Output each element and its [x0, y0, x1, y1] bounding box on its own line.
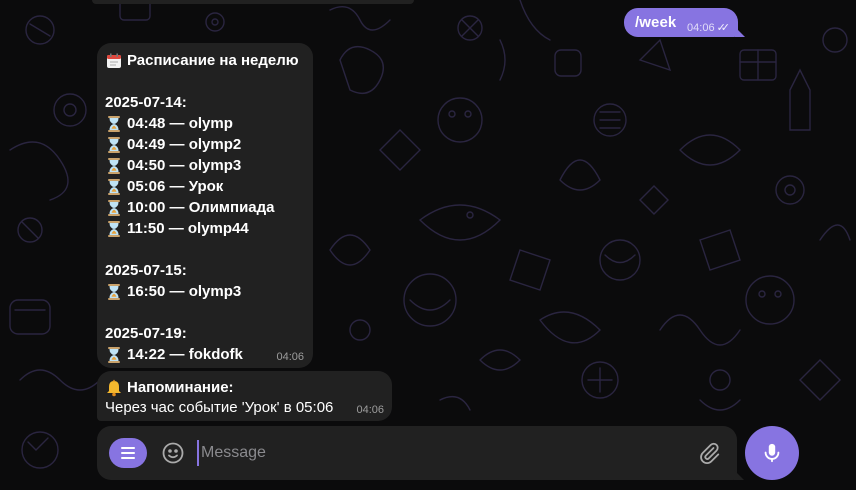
paperclip-icon: [700, 442, 720, 464]
microphone-icon: [764, 443, 780, 463]
hourglass-icon: [105, 136, 123, 154]
outgoing-message-time: 04:06: [687, 21, 715, 34]
hourglass-icon: [105, 157, 123, 175]
hourglass-icon: [105, 199, 123, 217]
schedule-message[interactable]: Расписание на неделю 2025-07-14: 04:48 —…: [97, 43, 313, 368]
reminder-title-row: Напоминание:: [105, 377, 384, 398]
message-composer: [97, 426, 744, 480]
schedule-event: 10:00 — Олимпиада: [105, 197, 305, 218]
schedule-event: 11:50 — olymp44: [105, 218, 305, 239]
attach-button[interactable]: [697, 441, 721, 465]
reminder-title: Напоминание:: [127, 379, 234, 396]
voice-record-button[interactable]: [745, 426, 799, 480]
schedule-title-row: Расписание на неделю: [105, 51, 305, 71]
schedule-title: Расписание на неделю: [127, 52, 299, 69]
hourglass-icon: [105, 178, 123, 196]
menu-button[interactable]: [109, 438, 147, 468]
schedule-event: 04:49 — olymp2: [105, 134, 305, 155]
emoji-button[interactable]: [161, 441, 185, 465]
bell-icon: [105, 379, 123, 397]
schedule-date: 2025-07-14:: [105, 94, 187, 111]
hourglass-icon: [105, 283, 123, 301]
calendar-icon: [105, 52, 123, 70]
hourglass-icon: [105, 220, 123, 238]
schedule-event: 14:22 — fokdofk: [105, 344, 305, 365]
reminder-message[interactable]: Напоминание: Через час событие 'Урок' в …: [97, 371, 392, 421]
schedule-date: 2025-07-15:: [105, 262, 187, 279]
schedule-event: 04:50 — olymp3: [105, 155, 305, 176]
schedule-event: 04:48 — olymp: [105, 113, 305, 134]
schedule-message-time: 04:06: [276, 351, 304, 363]
message-input[interactable]: [197, 440, 677, 466]
smile-icon: [162, 442, 184, 464]
menu-icon: [121, 447, 135, 449]
double-check-icon: ✓✓: [716, 22, 731, 34]
schedule-event: 05:06 — Урок: [105, 176, 305, 197]
reminder-text: Через час событие 'Урок' в 05:06: [105, 399, 334, 416]
hourglass-icon: [105, 115, 123, 133]
outgoing-message-meta: 04:06 ✓✓: [687, 21, 731, 35]
reminder-message-time: 04:06: [356, 404, 384, 416]
hourglass-icon: [105, 346, 123, 364]
schedule-date: 2025-07-19:: [105, 325, 187, 342]
previous-message-edge: [92, 0, 414, 4]
outgoing-message[interactable]: /week 04:06 ✓✓: [624, 8, 745, 37]
schedule-event: 16:50 — olymp3: [105, 281, 305, 302]
